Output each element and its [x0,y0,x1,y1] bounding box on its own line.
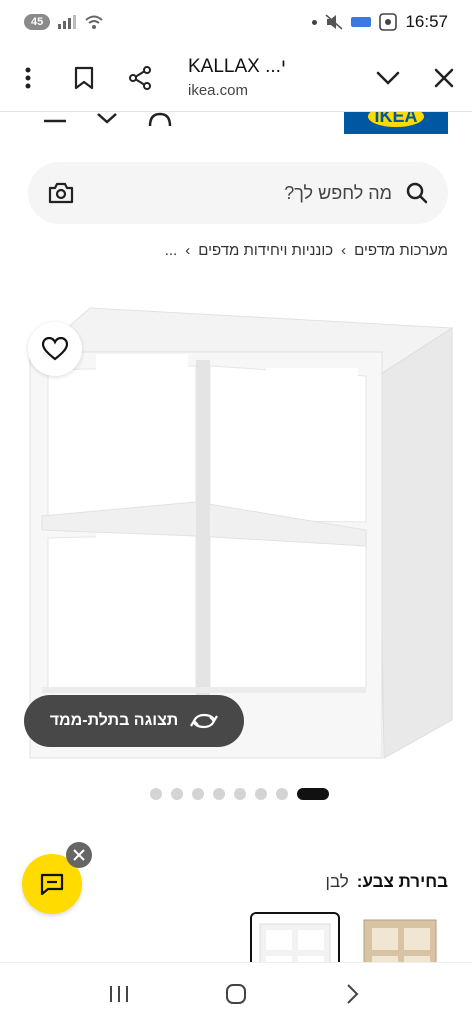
notification-dot-icon [312,19,318,25]
logo-text: IKEA [368,112,424,127]
user-icon[interactable] [148,112,172,126]
page-header: IKEA [0,112,472,146]
share-button[interactable] [112,50,168,106]
app-notification-icon [351,17,372,27]
camera-icon[interactable] [48,182,74,204]
page-title: KALLAX ...י [188,56,286,77]
close-icon [434,68,454,87]
status-time: 16:57 [405,12,448,31]
color-value: לבן [325,872,349,891]
search-icon [406,182,428,204]
carousel-dot[interactable] [192,788,204,800]
system-nav-bar [0,962,472,1024]
status-left: 45 [24,14,104,30]
screenshot-icon [379,13,398,31]
breadcrumb-separator: › [341,242,347,259]
chat-icon [40,873,64,895]
color-selection: בחירת צבע: לבן [326,872,448,892]
carousel-dot[interactable] [297,788,329,800]
ikea-logo[interactable]: IKEA [344,112,448,134]
url-block[interactable]: KALLAX ...י ikea.com [168,56,360,99]
carousel-dot[interactable] [234,788,246,800]
carousel-dots[interactable] [150,788,329,800]
wifi-icon [85,15,103,29]
share-icon [129,65,151,90]
search-input[interactable]: מה לחפש לך? [28,162,448,224]
recent-apps-icon [109,985,128,1002]
view-3d-button[interactable]: תצוגה בתלת-ממד [24,695,244,747]
carousel-dot[interactable] [255,788,267,800]
bookmark-button[interactable] [56,50,112,106]
home-icon [225,983,246,1004]
mute-icon [325,14,343,30]
chevron-down-icon [376,71,400,85]
more-vertical-icon [25,67,31,88]
heart-icon [42,337,68,361]
more-options-button[interactable] [0,50,56,106]
menu-icon[interactable] [44,116,68,126]
view-3d-label: תצוגה בתלת-ממד [49,712,179,729]
carousel-dot[interactable] [213,788,225,800]
bookmark-icon [74,66,94,89]
browser-toolbar: KALLAX ...י ikea.com [0,44,472,112]
close-icon [73,849,85,861]
expand-button[interactable] [360,50,416,106]
search-placeholder: מה לחפש לך? [284,182,392,203]
battery-badge: 45 [24,14,51,30]
breadcrumb-item[interactable]: מערכות מדפים [354,242,448,259]
favorite-button[interactable] [28,322,82,376]
chevron-right-icon [347,983,359,1004]
home-button[interactable] [206,970,266,1018]
breadcrumb-separator: › [185,242,191,259]
breadcrumb: מערכות מדפים › כונניות ויחידות מדפים › .… [165,242,448,259]
chat-close-button[interactable] [66,842,92,868]
signal-icon [58,15,77,29]
chevron-down-icon[interactable] [96,112,118,124]
recent-apps-button[interactable] [89,970,149,1018]
close-tab-button[interactable] [416,50,472,106]
carousel-dot[interactable] [276,788,288,800]
url-host: ikea.com [188,82,249,99]
status-right: 16:57 [312,12,448,32]
breadcrumb-item[interactable]: ... [165,242,178,259]
color-label: בחירת צבע: [356,872,448,891]
back-button[interactable] [323,970,383,1018]
breadcrumb-item[interactable]: כונניות ויחידות מדפים [198,242,333,259]
rotate-3d-icon [190,713,219,729]
carousel-dot[interactable] [150,788,162,800]
carousel-dot[interactable] [171,788,183,800]
status-bar: 45 16:57 [0,0,472,44]
